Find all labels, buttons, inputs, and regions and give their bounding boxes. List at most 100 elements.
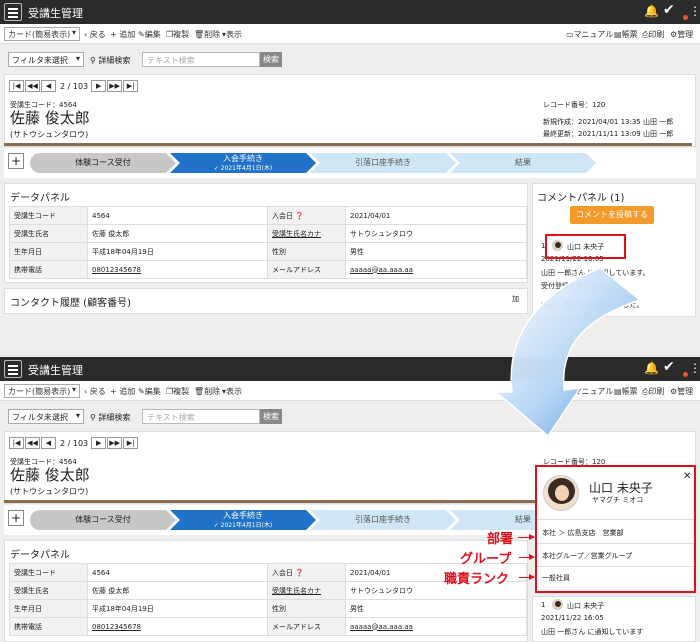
step-result[interactable]: 結果 (450, 153, 596, 173)
menu-icon[interactable] (4, 360, 22, 378)
table-row: 携帯電話 08012345678 メールアドレス aaaaa@aa.aaa.aa (9, 617, 527, 636)
step-bank[interactable]: 引落口座手続き (310, 510, 456, 530)
email-link[interactable]: aaaaa@aa.aaa.aa (345, 260, 527, 279)
show-button[interactable]: ▾表示 (222, 29, 242, 40)
report-button[interactable]: ▤帳票 (614, 29, 638, 40)
step-trial[interactable]: 体験コース受付 (30, 510, 176, 530)
print-button[interactable]: ⎙印刷 (642, 386, 664, 397)
comment-title: コメントパネル (1) (537, 193, 625, 204)
add-button[interactable]: + 追加 (110, 386, 135, 397)
search-button[interactable]: 検索 (260, 409, 282, 424)
bell-icon[interactable]: 🔔 (644, 361, 659, 375)
add-process-button[interactable]: + (8, 153, 24, 169)
app-title: 受講生管理 (28, 364, 83, 377)
admin-button[interactable]: ⚙管理 (670, 386, 693, 397)
check-icon[interactable]: ✔ (663, 359, 675, 375)
cell-value: 男性 (345, 599, 527, 618)
search-input[interactable]: テキスト検索 (142, 52, 260, 67)
delete-button[interactable]: 🗑削除 (194, 386, 220, 397)
post-comment-button[interactable]: コメントを投稿する (570, 206, 654, 224)
copy-button[interactable]: ❐複製 (166, 29, 189, 40)
last-page-button[interactable]: ▶| (123, 437, 139, 449)
cell-label[interactable]: 受講生氏名カナ (267, 224, 346, 243)
cell-label: 携帯電話 (9, 260, 88, 279)
cell-label[interactable]: 受講生氏名カナ (267, 581, 346, 600)
view-select[interactable]: カード(簡易表示) (4, 27, 80, 41)
more-vert-icon[interactable]: ⋮ (689, 4, 700, 18)
step-enroll[interactable]: 入会手続き ✓ 2021年4月1日(木) (170, 153, 316, 173)
contact-action-cut[interactable]: 加 (512, 294, 519, 304)
pager: |◀ ◀◀ ◀ 2 / 103 ▶ ▶▶ ▶| (9, 80, 139, 94)
data-panel-title: データパネル (10, 193, 70, 204)
prev-page-fast-button[interactable]: ◀◀ (25, 437, 40, 449)
last-page-button[interactable]: ▶| (123, 80, 139, 92)
manual-button[interactable]: ▭マニュアル (566, 29, 613, 40)
title-bar: 受講生管理 🔔 ✔ ⋮ (0, 0, 700, 24)
step-bank[interactable]: 引落口座手続き (310, 153, 456, 173)
manual-button[interactable]: ▭マニュアル (566, 386, 613, 397)
toolbar: カード(簡易表示) ‹ 戻る + 追加 ✎編集 ❐複製 🗑削除 ▾表示 ▭マニュ… (0, 381, 700, 401)
advanced-search-link[interactable]: ⚲ 詳細検索 (90, 412, 130, 423)
search-button[interactable]: 検索 (260, 52, 282, 67)
filter-bar: フィルタ未選択 ⚲ 詳細検索 テキスト検索 検索 (0, 401, 700, 431)
callout-arrow (519, 554, 535, 560)
add-process-button[interactable]: + (8, 510, 24, 526)
delete-button[interactable]: 🗑削除 (194, 29, 220, 40)
edit-button[interactable]: ✎編集 (138, 29, 161, 40)
pencil-icon: ✎ (138, 30, 145, 39)
prev-page-button[interactable]: ◀ (41, 437, 56, 449)
screenshot-top: 受講生管理 🔔 ✔ ⋮ カード(簡易表示) ‹ 戻る + 追加 ✎編集 ❐複製 … (0, 0, 700, 321)
first-page-button[interactable]: |◀ (9, 437, 24, 449)
view-select[interactable]: カード(簡易表示) (4, 384, 80, 398)
step-trial[interactable]: 体験コース受付 (30, 153, 176, 173)
close-icon[interactable]: ✕ (683, 471, 691, 482)
back-button[interactable]: ‹ 戻る (84, 29, 106, 40)
cell-label: 入会日 ❓ (267, 206, 346, 225)
cell-value: 平成18年04月19日 (87, 599, 268, 618)
admin-button[interactable]: ⚙管理 (670, 29, 693, 40)
edit-button[interactable]: ✎編集 (138, 386, 161, 397)
first-page-button[interactable]: |◀ (9, 80, 24, 92)
comment-author[interactable]: 山口 未央子 (567, 601, 604, 611)
phone-link[interactable]: 08012345678 (87, 260, 268, 279)
filter-select[interactable]: フィルタ未選択 (8, 409, 84, 424)
contact-title: コンタクト履歴 (顧客番号) (10, 298, 131, 309)
cell-label: 生年月日 (9, 599, 88, 618)
monitor-icon: ▭ (566, 30, 574, 39)
cell-label: 受講生コード (9, 206, 88, 225)
cell-value: 2021/04/01 (345, 206, 527, 225)
email-link[interactable]: aaaaa@aa.aaa.aa (345, 617, 527, 636)
search-input[interactable]: テキスト検索 (142, 409, 260, 424)
back-button[interactable]: ‹ 戻る (84, 386, 106, 397)
prev-page-button[interactable]: ◀ (41, 80, 56, 92)
comment-date: 2021/11/22 16:05 (541, 614, 604, 622)
next-page-fast-button[interactable]: ▶▶ (107, 80, 123, 92)
copy-button[interactable]: ❐複製 (166, 386, 189, 397)
student-name: 佐藤 俊太郎 (10, 466, 90, 484)
cell-value: 佐藤 俊太郎 (87, 581, 268, 600)
prev-page-fast-button[interactable]: ◀◀ (25, 80, 40, 92)
avatar[interactable] (552, 599, 563, 610)
bell-icon[interactable]: 🔔 (644, 4, 659, 18)
add-button[interactable]: + 追加 (110, 29, 135, 40)
next-page-button[interactable]: ▶ (91, 437, 107, 449)
phone-link[interactable]: 08012345678 (87, 617, 268, 636)
next-page-button[interactable]: ▶ (91, 80, 107, 92)
page-indicator: 2 / 103 (60, 81, 89, 91)
table-row: 生年月日 平成18年04月19日 性別 男性 (9, 242, 527, 261)
cell-value: 平成18年04月19日 (87, 242, 268, 261)
toolbar: カード(簡易表示) ‹ 戻る + 追加 ✎編集 ❐複製 🗑削除 ▾表示 ▭マニュ… (0, 24, 700, 44)
next-page-fast-button[interactable]: ▶▶ (107, 437, 123, 449)
filter-select[interactable]: フィルタ未選択 (8, 52, 84, 67)
menu-icon[interactable] (4, 3, 22, 21)
step-enroll[interactable]: 入会手続き ✓ 2021年4月1日(木) (170, 510, 316, 530)
cell-label: 受講生コード (9, 563, 88, 582)
print-button[interactable]: ⎙印刷 (642, 29, 664, 40)
cell-value: 男性 (345, 242, 527, 261)
title-bar: 受講生管理 🔔 ✔ ⋮ (0, 357, 700, 381)
check-icon[interactable]: ✔ (663, 2, 675, 18)
more-vert-icon[interactable]: ⋮ (689, 361, 700, 375)
advanced-search-link[interactable]: ⚲ 詳細検索 (90, 55, 130, 66)
show-button[interactable]: ▾表示 (222, 386, 242, 397)
report-button[interactable]: ▤帳票 (614, 386, 638, 397)
